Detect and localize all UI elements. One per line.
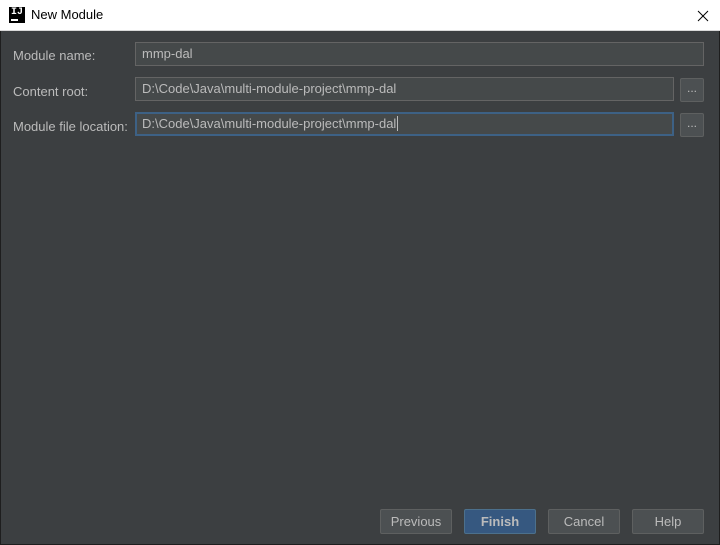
content-root-input[interactable]: D:\Code\Java\multi-module-project\mmp-da… — [135, 77, 674, 101]
help-button[interactable]: Help — [632, 509, 704, 534]
dialog-body — [0, 31, 720, 545]
title-bar: IJ New Module — [0, 0, 720, 31]
module-name-label: Module name: — [13, 48, 96, 63]
module-file-location-input[interactable]: D:\Code\Java\multi-module-project\mmp-da… — [135, 112, 674, 136]
close-button[interactable] — [686, 0, 720, 31]
content-root-label: Content root: — [13, 84, 89, 99]
finish-button[interactable]: Finish — [464, 509, 536, 534]
content-root-browse-button[interactable]: ... — [680, 78, 704, 102]
text-caret — [397, 116, 399, 131]
window-title: New Module — [31, 7, 104, 22]
module-name-input[interactable]: mmp-dal — [135, 42, 704, 66]
close-icon — [697, 10, 709, 21]
intellij-icon: IJ — [9, 7, 25, 23]
previous-button[interactable]: Previous — [380, 509, 452, 534]
cancel-button[interactable]: Cancel — [548, 509, 620, 534]
module-file-location-browse-button[interactable]: ... — [680, 113, 704, 137]
module-file-location-label: Module file location: — [13, 119, 128, 134]
